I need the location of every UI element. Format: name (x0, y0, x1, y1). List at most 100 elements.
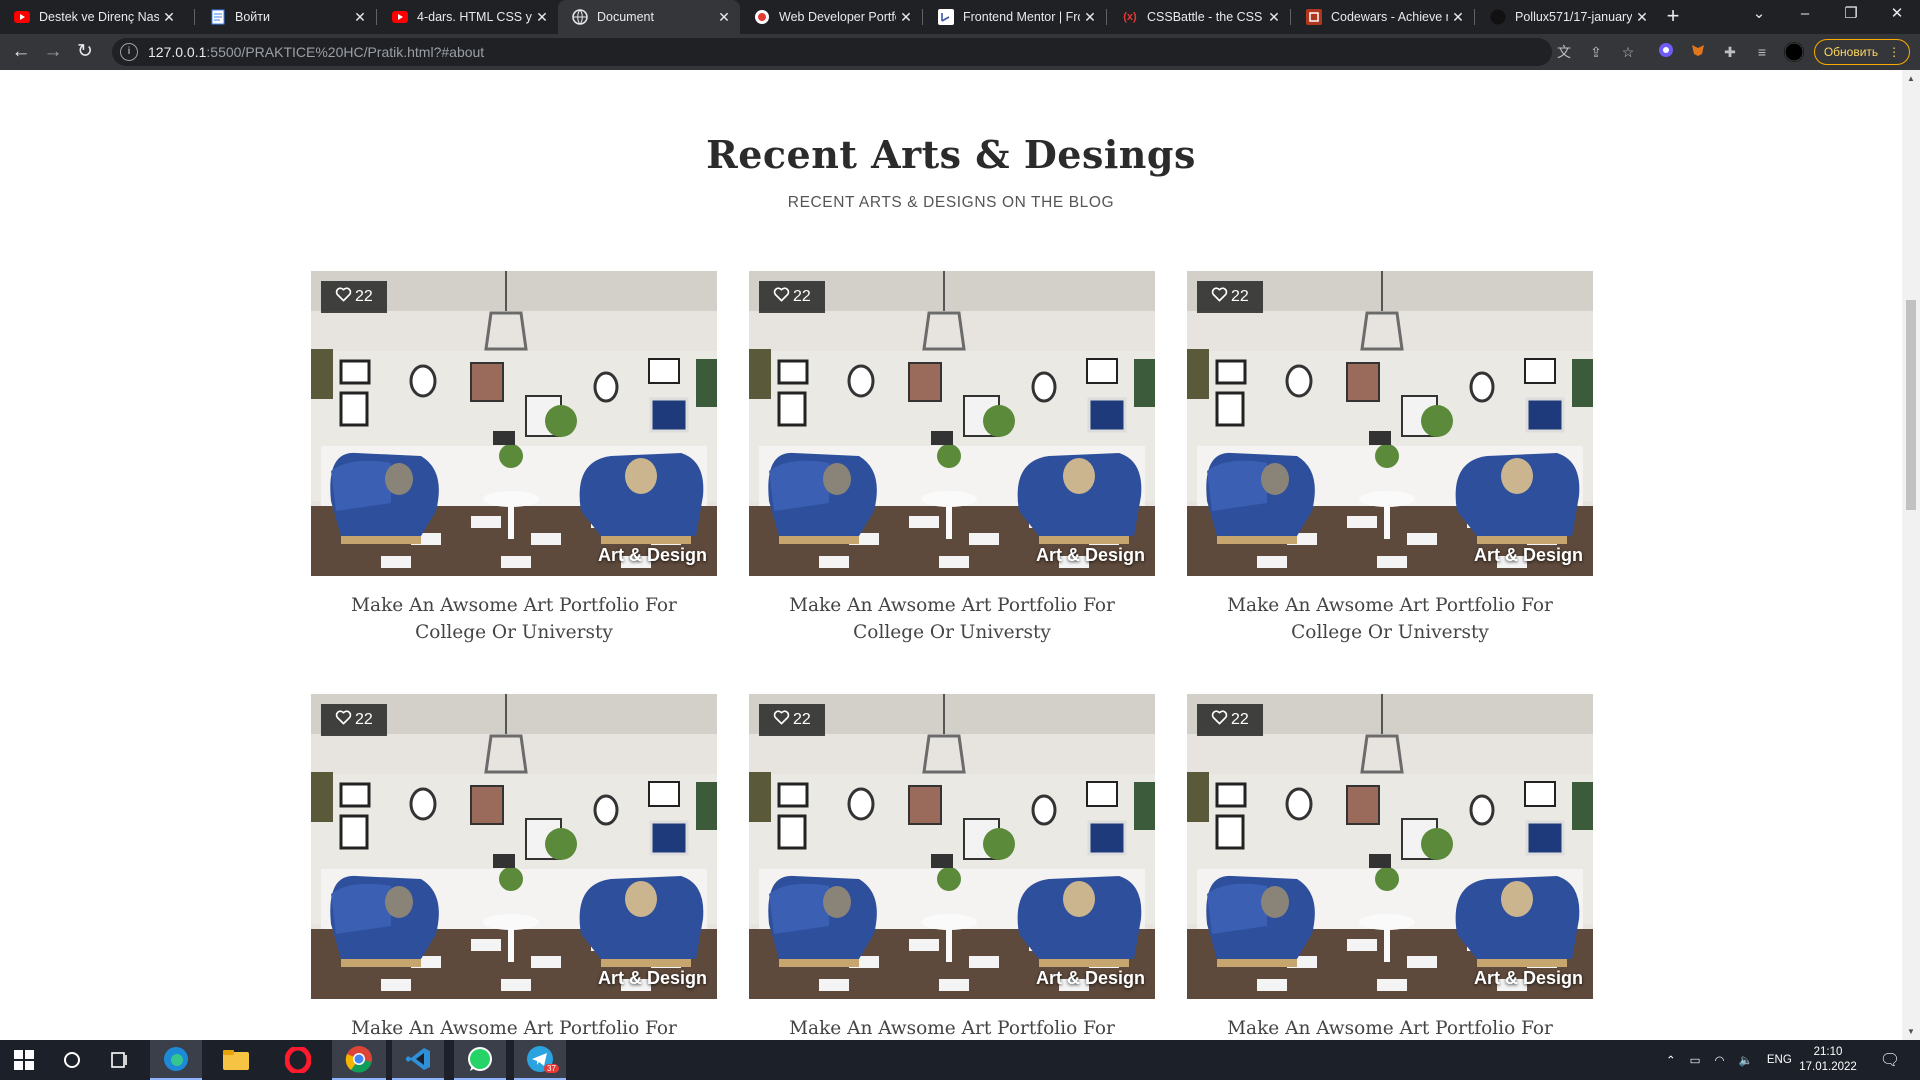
vscode-icon[interactable] (392, 1040, 444, 1080)
category-label[interactable]: Art & Design (598, 968, 707, 989)
show-hidden-icons-chevron-icon[interactable]: ⌃ (1666, 1053, 1676, 1067)
like-badge[interactable]: 22 (321, 704, 387, 736)
blog-card[interactable]: 22 Art & Design Make An Awsome Art Portf… (1187, 271, 1593, 646)
close-icon[interactable]: ✕ (159, 9, 179, 26)
share-icon[interactable]: ⇪ (1586, 42, 1606, 62)
scroll-down-icon[interactable]: ▼ (1907, 1027, 1915, 1036)
page-scrollbar[interactable]: ▲ ▼ (1902, 70, 1920, 1040)
close-icon[interactable]: ✕ (350, 9, 370, 26)
translate-icon[interactable]: 文 (1554, 42, 1574, 62)
card-photo[interactable]: 22 Art & Design (311, 271, 717, 576)
blog-card[interactable]: 22 Art & Design Make An Awsome Art Portf… (311, 271, 717, 646)
like-badge[interactable]: 22 (321, 281, 387, 313)
category-label[interactable]: Art & Design (1474, 968, 1583, 989)
tab-cssbattle[interactable]: (x) CSSBattle - the CSS code ✕ (1108, 0, 1290, 34)
blog-card[interactable]: 22 Art & Design Make An Awsome Art Portf… (1187, 694, 1593, 1040)
close-icon[interactable]: ✕ (1264, 9, 1284, 26)
file-explorer-icon[interactable] (210, 1040, 262, 1080)
language-indicator[interactable]: ENG (1767, 1054, 1792, 1066)
clock[interactable]: 21:10 17.01.2022 (1796, 1040, 1860, 1080)
category-label[interactable]: Art & Design (1474, 545, 1583, 566)
like-badge[interactable]: 22 (759, 281, 825, 313)
reading-list-icon[interactable]: ≡ (1752, 42, 1772, 62)
card-title[interactable]: Make An Awsome Art Portfolio For (311, 1015, 717, 1040)
forward-button[interactable]: → (41, 40, 65, 64)
tab-frontend-mentor[interactable]: Frontend Mentor | Front ✕ (924, 0, 1106, 34)
tab-search-chevron-icon[interactable]: ⌄ (1736, 0, 1782, 30)
new-tab-button[interactable]: + (1660, 4, 1686, 30)
close-window-button[interactable]: ✕ (1874, 0, 1920, 30)
chrome-icon[interactable] (332, 1040, 386, 1080)
task-view-icon[interactable] (96, 1040, 144, 1080)
section-subheading: RECENT ARTS & DESIGNS ON THE BLOG (787, 194, 1115, 211)
notifications-icon[interactable]: 🗨 (1868, 1040, 1912, 1080)
tab-document[interactable]: Document ✕ (558, 0, 740, 34)
card-photo[interactable]: 22 Art & Design (311, 694, 717, 999)
card-title[interactable]: Make An Awsome Art Portfolio For College… (1187, 592, 1593, 646)
minimize-button[interactable]: – (1782, 0, 1828, 30)
blog-card[interactable]: 22 Art & Design Make An Awsome Art Portf… (749, 271, 1155, 646)
search-circle-icon[interactable] (48, 1040, 96, 1080)
restore-button[interactable]: ❐ (1828, 0, 1874, 30)
windows-taskbar: 37 ⌃ ▭ ◠ 🔈 ENG 21:10 17.01.2022 🗨 (0, 1040, 1920, 1080)
card-title[interactable]: Make An Awsome Art Portfolio For College… (749, 592, 1155, 646)
tab-github[interactable]: Pollux571/17-january- ✕ (1476, 0, 1658, 34)
update-button[interactable]: Обновить ⋮ (1814, 39, 1910, 65)
extension-purple-icon[interactable] (1656, 42, 1676, 62)
tab-codewars[interactable]: Codewars - Achieve mastery ✕ (1292, 0, 1474, 34)
tab-destek[interactable]: Destek ve Direnç Nasıl ✕ (0, 0, 185, 34)
room-photo-image (311, 694, 717, 999)
blog-card[interactable]: 22 Art & Design Make An Awsome Art Portf… (749, 694, 1155, 1040)
browser-toolbar: ← → ↻ i 127.0.0.1 :5500/PRAKTICE%20HC/Pr… (0, 34, 1920, 70)
whatsapp-icon[interactable] (454, 1040, 506, 1080)
like-badge[interactable]: 22 (759, 704, 825, 736)
windows-start-icon[interactable] (0, 1040, 48, 1080)
card-photo[interactable]: 22 Art & Design (749, 271, 1155, 576)
battery-icon[interactable]: ▭ (1690, 1053, 1701, 1067)
address-bar[interactable]: i 127.0.0.1 :5500/PRAKTICE%20HC/Pratik.h… (112, 38, 1552, 66)
close-icon[interactable]: ✕ (896, 9, 916, 26)
portfolio-icon (754, 9, 770, 25)
frontend-mentor-icon (938, 9, 954, 25)
like-badge[interactable]: 22 (1197, 281, 1263, 313)
close-icon[interactable]: ✕ (1632, 9, 1652, 26)
volume-icon[interactable]: 🔈 (1739, 1053, 1753, 1067)
reload-button[interactable]: ↻ (73, 40, 97, 64)
category-label[interactable]: Art & Design (1036, 545, 1145, 566)
card-title[interactable]: Make An Awsome Art Portfolio For College… (311, 592, 717, 646)
tab-title: Pollux571/17-january- (1515, 10, 1632, 24)
scrollbar-thumb[interactable] (1906, 300, 1916, 510)
scroll-up-icon[interactable]: ▲ (1907, 74, 1915, 83)
extensions-puzzle-icon[interactable]: ✚ (1720, 42, 1740, 62)
close-icon[interactable]: ✕ (1448, 9, 1468, 26)
tab-4-dars[interactable]: 4-dars. HTML CSS yordamida ✕ (378, 0, 558, 34)
like-count: 22 (355, 288, 373, 305)
youtube-icon (14, 9, 30, 25)
back-button[interactable]: ← (9, 40, 33, 64)
heart-icon (335, 710, 352, 730)
blog-card[interactable]: 22 Art & Design Make An Awsome Art Portf… (311, 694, 717, 1040)
profile-avatar-icon[interactable] (1784, 42, 1804, 62)
like-count: 22 (1231, 288, 1249, 305)
bookmark-star-icon[interactable]: ☆ (1618, 42, 1638, 62)
system-tray: ⌃ ▭ ◠ 🔈 ENG (1666, 1040, 1792, 1080)
metamask-icon[interactable] (1688, 42, 1708, 62)
close-icon[interactable]: ✕ (1080, 9, 1100, 26)
card-photo[interactable]: 22 Art & Design (749, 694, 1155, 999)
edge-icon[interactable] (150, 1040, 202, 1080)
card-title[interactable]: Make An Awsome Art Portfolio For (1187, 1015, 1593, 1040)
wifi-icon[interactable]: ◠ (1715, 1053, 1725, 1067)
tab-voyti[interactable]: Войти ✕ (196, 0, 376, 34)
info-icon[interactable]: i (120, 43, 138, 61)
opera-icon[interactable] (272, 1040, 324, 1080)
category-label[interactable]: Art & Design (1036, 968, 1145, 989)
tab-web-developer[interactable]: Web Developer Portfolio ✕ (740, 0, 922, 34)
card-photo[interactable]: 22 Art & Design (1187, 271, 1593, 576)
category-label[interactable]: Art & Design (598, 545, 707, 566)
card-title[interactable]: Make An Awsome Art Portfolio For (749, 1015, 1155, 1040)
card-photo[interactable]: 22 Art & Design (1187, 694, 1593, 999)
close-icon[interactable]: ✕ (532, 9, 552, 26)
close-icon[interactable]: ✕ (714, 9, 734, 26)
telegram-icon[interactable]: 37 (514, 1040, 566, 1080)
like-badge[interactable]: 22 (1197, 704, 1263, 736)
